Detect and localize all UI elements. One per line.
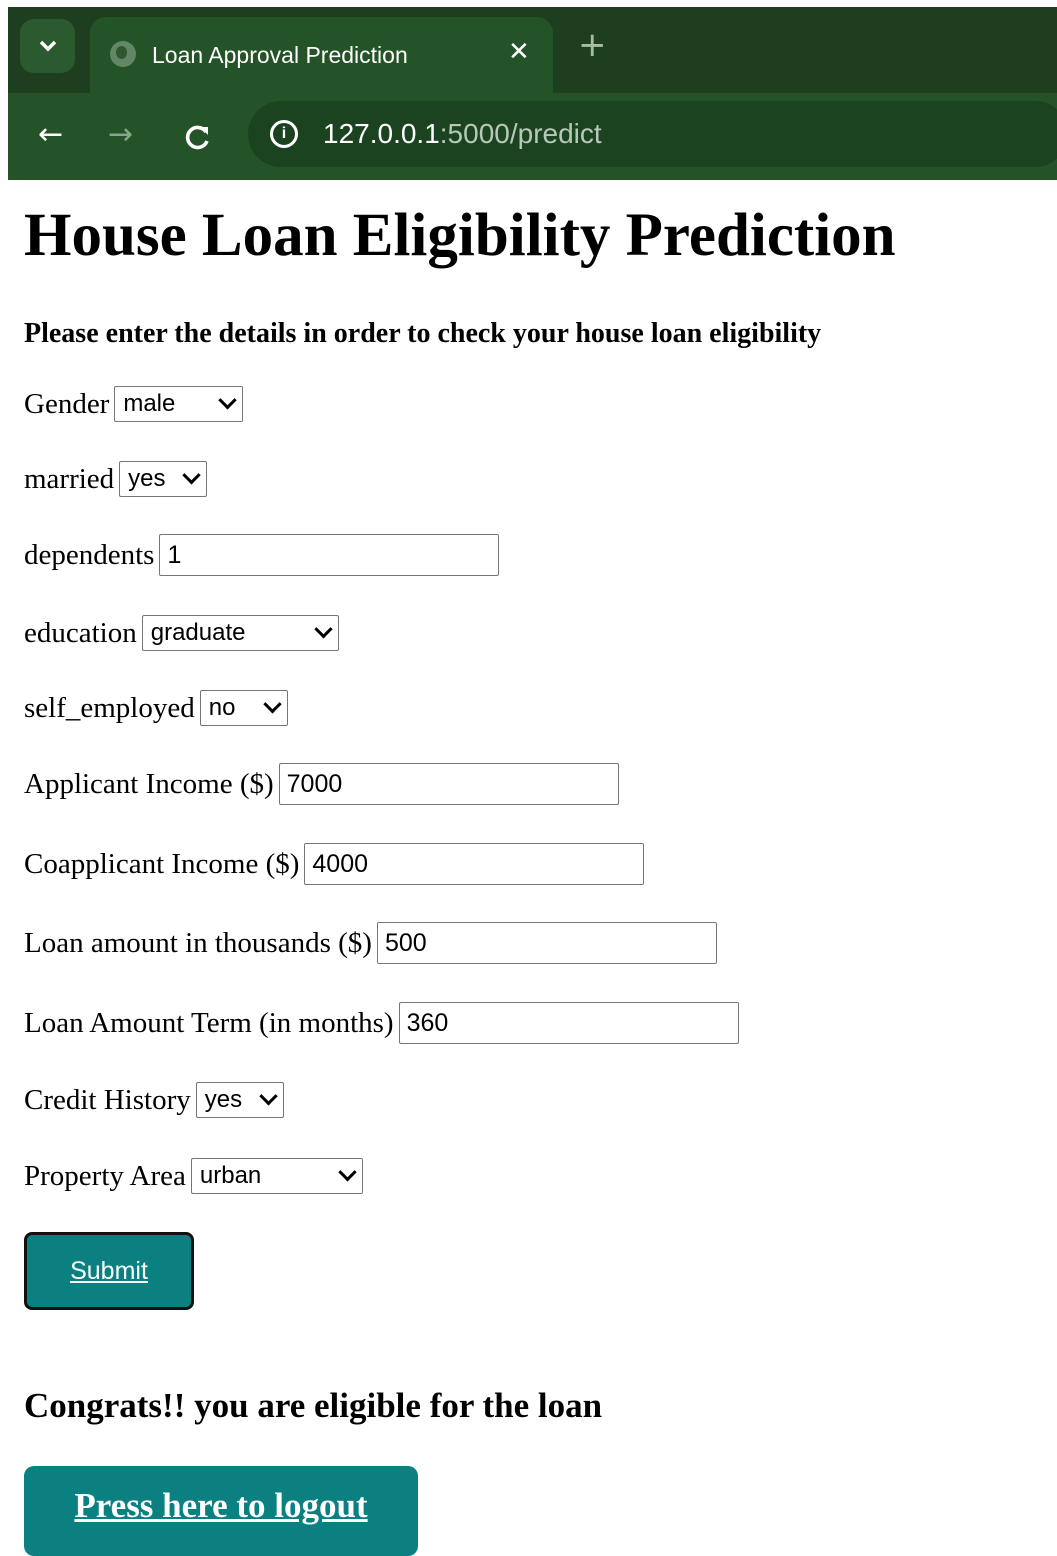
coapplicant-income-input[interactable]: 4000 <box>304 843 645 885</box>
self-employed-row: self_employed no <box>24 687 288 729</box>
education-value: graduate <box>150 619 246 646</box>
loan-amount-label: Loan amount in thousands ($) <box>24 926 372 959</box>
gender-value: male <box>123 390 176 417</box>
url-path: :5000/predict <box>439 118 602 149</box>
property-area-value: urban <box>199 1162 262 1189</box>
chevron-down-icon <box>338 1163 357 1182</box>
chevron-down-icon <box>182 466 201 485</box>
property-area-label: Property Area <box>24 1159 186 1192</box>
chevron-down-icon <box>259 1087 278 1106</box>
self-employed-label: self_employed <box>24 691 195 724</box>
tab-title: Loan Approval Prediction <box>152 42 408 68</box>
globe-icon <box>110 41 136 67</box>
coapplicant-income-row: Coapplicant Income ($) 4000 <box>24 843 645 885</box>
loan-amount-input[interactable]: 500 <box>376 922 717 964</box>
coapplicant-income-label: Coapplicant Income ($) <box>24 847 300 880</box>
forward-icon[interactable]: → <box>108 119 133 151</box>
credit-history-label: Credit History <box>24 1083 191 1116</box>
close-tab-icon[interactable]: ✕ <box>508 37 530 67</box>
gender-select[interactable]: male <box>114 386 244 422</box>
gender-row: Gender male <box>24 383 244 425</box>
credit-history-value: yes <box>204 1086 243 1113</box>
self-employed-value: no <box>208 694 236 721</box>
chevron-down-icon <box>263 695 282 714</box>
address-bar[interactable]: i 127.0.0.1:5000/predict <box>248 101 1057 167</box>
chevron-down-icon <box>218 391 238 410</box>
dependents-label: dependents <box>24 538 155 571</box>
tab-strip: Loan Approval Prediction ✕ + <box>8 7 1057 93</box>
property-area-row: Property Area urban <box>24 1155 363 1197</box>
gender-label: Gender <box>24 387 110 420</box>
logout-button[interactable]: Press here to logout <box>24 1466 418 1556</box>
back-icon[interactable]: ← <box>38 119 63 151</box>
result-message: Congrats!! you are eligible for the loan <box>24 1386 603 1425</box>
browser-chrome: Loan Approval Prediction ✕ + ← → i 127.0… <box>8 7 1057 180</box>
page-subtitle: Please enter the details in order to che… <box>24 318 822 349</box>
page-title: House Loan Eligibility Prediction <box>24 202 896 269</box>
married-label: married <box>24 462 115 495</box>
education-select[interactable]: graduate <box>141 615 339 651</box>
dependents-row: dependents 1 <box>24 534 500 576</box>
married-value: yes <box>128 465 166 492</box>
browser-toolbar: ← → i 127.0.0.1:5000/predict <box>8 93 1057 180</box>
property-area-select[interactable]: urban <box>190 1158 363 1194</box>
dependents-input[interactable]: 1 <box>159 534 500 576</box>
married-row: married yes <box>24 458 208 500</box>
education-row: education graduate <box>24 612 339 654</box>
applicant-income-input[interactable]: 7000 <box>278 763 619 805</box>
url-host: 127.0.0.1 <box>323 118 440 149</box>
loan-term-row: Loan Amount Term (in months) 360 <box>24 1002 739 1044</box>
info-icon[interactable]: i <box>270 120 298 148</box>
browser-tab[interactable]: Loan Approval Prediction ✕ <box>90 17 553 93</box>
loan-term-input[interactable]: 360 <box>398 1002 739 1044</box>
submit-button[interactable]: Submit <box>24 1232 194 1310</box>
married-select[interactable]: yes <box>119 461 208 497</box>
new-tab-icon[interactable]: + <box>578 25 607 65</box>
url-text[interactable]: 127.0.0.1:5000/predict <box>323 118 602 150</box>
self-employed-select[interactable]: no <box>199 690 288 726</box>
credit-history-select[interactable]: yes <box>195 1082 284 1118</box>
loan-amount-row: Loan amount in thousands ($) 500 <box>24 922 717 964</box>
chevron-down-icon <box>314 620 333 639</box>
applicant-income-label: Applicant Income ($) <box>24 767 274 800</box>
education-label: education <box>24 616 137 649</box>
chevron-down-icon <box>39 40 56 52</box>
tab-search-button[interactable] <box>20 19 75 73</box>
credit-history-row: Credit History yes <box>24 1079 284 1121</box>
reload-icon[interactable] <box>184 123 212 151</box>
loan-term-label: Loan Amount Term (in months) <box>24 1006 394 1039</box>
applicant-income-row: Applicant Income ($) 7000 <box>24 763 619 805</box>
